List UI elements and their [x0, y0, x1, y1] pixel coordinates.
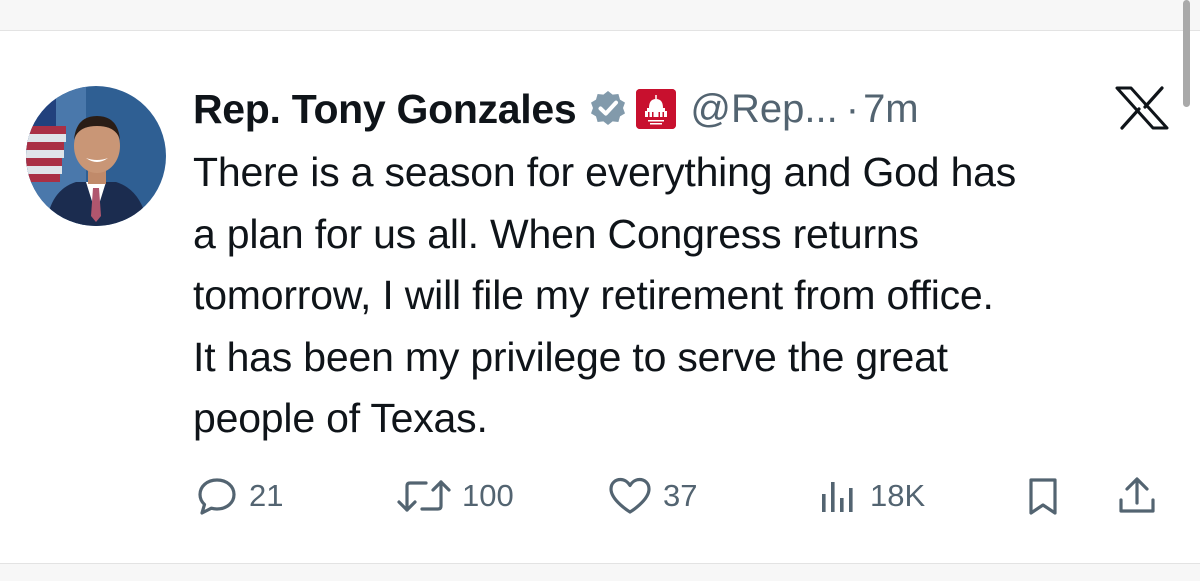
- top-strip: [0, 0, 1200, 30]
- x-logo-icon: [1114, 86, 1170, 130]
- heart-icon: [609, 477, 651, 514]
- tweet-text-line: people of Texas.: [193, 395, 488, 441]
- house-gop-badge-icon[interactable]: [636, 89, 677, 129]
- share-icon: [1119, 477, 1155, 513]
- views-button[interactable]: 18K: [818, 474, 925, 518]
- retweet-icon: [397, 480, 451, 512]
- retweet-button[interactable]: 100: [396, 474, 514, 518]
- share-button[interactable]: [1116, 474, 1158, 518]
- avatar-image: [26, 86, 166, 226]
- tweet-header: Rep. Tony Gonzales @Rep... · 7m: [193, 81, 1153, 137]
- tweet-text-line: a plan for us all. When Congress returns: [193, 210, 919, 257]
- tweet-text-line: tomorrow, I will file my retirement from…: [193, 272, 994, 318]
- tweet-text: There is a season for everything and God…: [193, 142, 1173, 450]
- reply-button[interactable]: 21: [195, 474, 283, 518]
- display-name[interactable]: Rep. Tony Gonzales: [193, 86, 577, 133]
- bookmark-button[interactable]: [1025, 474, 1061, 518]
- tweet-text-line: It has been my privilege to serve the gr…: [193, 333, 948, 380]
- bottom-strip: [0, 564, 1200, 581]
- scrollbar-thumb[interactable]: [1183, 0, 1190, 107]
- top-divider: [0, 30, 1200, 31]
- meta-separator: ·: [845, 86, 860, 131]
- like-button[interactable]: 37: [607, 474, 697, 518]
- timestamp[interactable]: 7m: [863, 87, 919, 132]
- reply-icon: [198, 478, 236, 515]
- reply-count: 21: [249, 478, 284, 513]
- verified-badge-icon[interactable]: [588, 89, 628, 129]
- avatar[interactable]: [26, 86, 166, 226]
- retweet-count: 100: [462, 478, 514, 513]
- tweet-text-line: There is a season for everything and God…: [193, 149, 1017, 195]
- like-count: 37: [663, 478, 698, 513]
- views-count: 18K: [870, 478, 926, 513]
- user-handle[interactable]: @Rep...: [690, 87, 837, 132]
- views-icon: [822, 482, 853, 512]
- bookmark-icon: [1029, 478, 1057, 515]
